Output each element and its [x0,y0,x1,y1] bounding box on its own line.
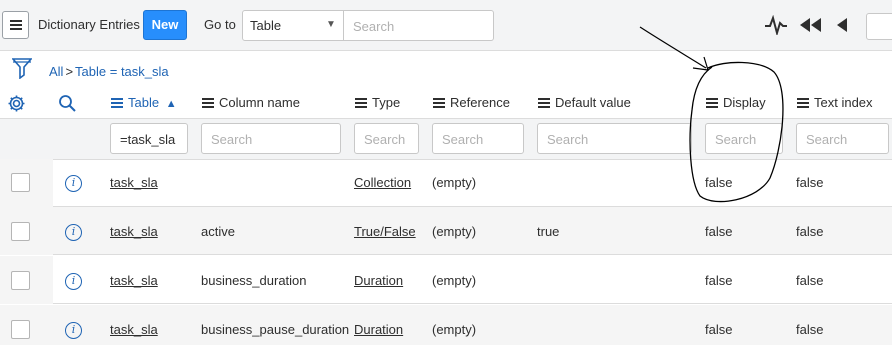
cell-display: false [705,273,733,288]
personalize-list-gear-icon[interactable] [7,94,26,113]
new-button[interactable]: New [143,10,187,40]
column-menu-icon[interactable] [797,98,809,108]
filter-input-type[interactable]: Search [354,123,419,154]
column-menu-icon[interactable] [433,98,445,108]
cell-reference: (empty) [432,224,477,239]
filter-input-column-name[interactable]: Search [201,123,341,154]
breadcrumb-separator: > [65,64,74,79]
filter-input-table[interactable]: =task_sla [110,123,188,154]
cell-type[interactable]: Duration [354,322,403,337]
column-header-table[interactable]: Table ▲ [111,95,177,110]
column-menu-icon[interactable] [706,98,718,108]
cell-type[interactable]: Collection [354,175,411,190]
cell-table[interactable]: task_sla [110,224,158,239]
column-menu-icon[interactable] [111,98,123,108]
cell-text-index: false [796,273,824,288]
column-header-reference[interactable]: Reference [433,95,510,110]
cell-reference: (empty) [432,175,477,190]
column-header-column-name[interactable]: Column name [202,95,300,110]
page-number-input[interactable] [866,13,892,40]
column-header-type[interactable]: Type [355,95,400,110]
previous-page-icon[interactable] [836,18,848,32]
first-page-icon[interactable] [799,18,823,32]
goto-label: Go to [204,17,236,32]
row-checkbox[interactable] [11,173,30,192]
preview-info-icon[interactable]: i [65,224,82,241]
cell-table[interactable]: task_sla [110,322,158,337]
filter-icon[interactable] [12,57,32,79]
preview-info-icon[interactable]: i [65,175,82,192]
cell-reference: (empty) [432,322,477,337]
cell-display: false [705,224,733,239]
breadcrumb-filter[interactable]: Table = task_sla [75,64,169,79]
preview-info-icon[interactable]: i [65,322,82,339]
goto-field-select[interactable]: Table ▼ [242,10,344,41]
cell-type[interactable]: True/False [354,224,416,239]
search-placeholder: Search [353,19,395,34]
cell-text-index: false [796,322,824,337]
filter-input-reference[interactable]: Search [432,123,524,154]
filter-input-text-index[interactable]: Search [796,123,889,154]
chevron-down-icon: ▼ [326,19,336,30]
cell-display: false [705,322,733,337]
cell-reference: (empty) [432,273,477,288]
breadcrumb: All > Table = task_sla [49,64,169,79]
search-input[interactable]: Search [344,10,494,41]
cell-column-name: active [201,224,235,239]
cell-text-index: false [796,175,824,190]
search-icon[interactable] [58,94,77,113]
context-menu-icon[interactable] [2,11,29,39]
cell-text-index: false [796,224,824,239]
filter-input-display[interactable]: Search [705,123,783,154]
row-checkbox[interactable] [11,271,30,290]
cell-default-value: true [537,224,560,239]
column-menu-icon[interactable] [538,98,550,108]
cell-table[interactable]: task_sla [110,175,158,190]
row-checkbox[interactable] [11,320,30,339]
list-title: Dictionary Entries [38,17,140,32]
row-checkbox[interactable] [11,222,30,241]
cell-type[interactable]: Duration [354,273,403,288]
column-header-default-value[interactable]: Default value [538,95,631,110]
column-header-text-index[interactable]: Text index [797,95,873,110]
activity-pulse-icon[interactable] [764,15,788,35]
breadcrumb-all[interactable]: All [49,64,63,79]
cell-column-name: business_duration [201,273,307,288]
column-menu-icon[interactable] [355,98,367,108]
cell-table[interactable]: task_sla [110,273,158,288]
column-menu-icon[interactable] [202,98,214,108]
sort-ascending-icon: ▲ [165,98,177,110]
preview-info-icon[interactable]: i [65,273,82,290]
filter-input-default-value[interactable]: Search [537,123,692,154]
column-header-display[interactable]: Display [706,95,766,110]
goto-field-value: Table [250,18,282,33]
cell-column-name: business_pause_duration [201,322,350,337]
cell-display: false [705,175,733,190]
